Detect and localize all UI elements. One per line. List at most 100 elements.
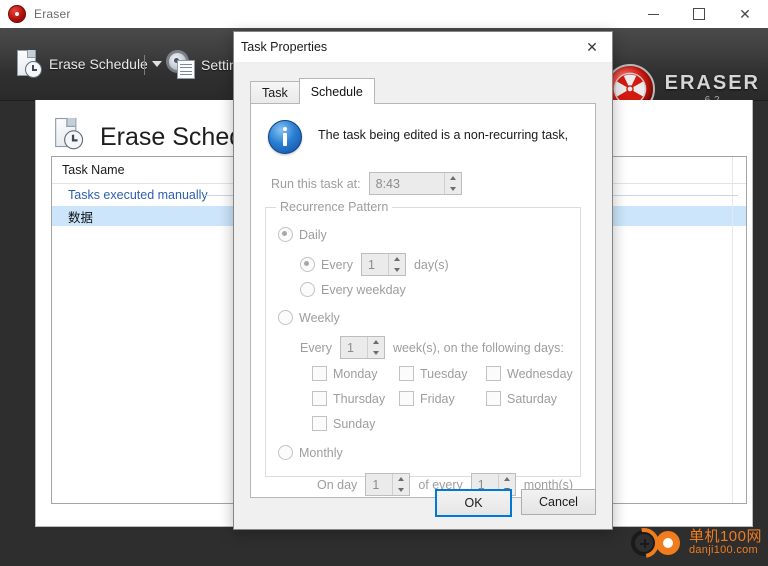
window-title: Eraser — [34, 7, 71, 21]
checkbox-saturday[interactable]: Saturday — [486, 391, 557, 406]
stepper-down-icon[interactable] — [389, 265, 405, 276]
stepper-down-icon[interactable] — [368, 348, 384, 359]
tabstrip: Task Schedule — [250, 78, 596, 104]
column-divider — [732, 157, 733, 503]
tab-schedule[interactable]: Schedule — [298, 78, 375, 104]
stepper-up-icon[interactable] — [445, 173, 461, 184]
radio-weekly[interactable]: Weekly — [278, 310, 340, 325]
document-clock-icon — [54, 117, 88, 156]
checkbox-friday-box — [399, 391, 414, 406]
every-weeks-stepper[interactable]: 1 — [339, 336, 385, 359]
checkbox-friday[interactable]: Friday — [399, 391, 455, 406]
checkbox-thursday[interactable]: Thursday — [312, 391, 385, 406]
task-group-label: Tasks executed manually — [68, 188, 208, 202]
radio-weekly-label: Weekly — [299, 310, 340, 325]
on-day-label: On day — [317, 477, 358, 492]
every-days-value: 1 — [367, 257, 375, 272]
screen: Eraser ✕ Erase Schedule Settings ERASER … — [0, 0, 768, 566]
weekly-every-row: Every 1 week(s), on the following days: — [300, 336, 564, 359]
radio-daily-label: Daily — [299, 227, 327, 242]
close-button[interactable]: ✕ — [722, 0, 768, 28]
on-day-value: 1 — [372, 477, 380, 492]
radio-monthly-label: Monthly — [299, 445, 343, 460]
checkbox-tuesday[interactable]: Tuesday — [399, 366, 467, 381]
checkbox-monday-label: Monday — [333, 366, 378, 381]
toolbar-label-erase-schedule: Erase Schedule — [49, 56, 148, 72]
dialog-title: Task Properties — [241, 40, 328, 54]
stepper-up-icon[interactable] — [368, 337, 384, 348]
checkbox-thursday-box — [312, 391, 327, 406]
every-days-stepper[interactable]: 1 — [360, 253, 406, 276]
checkbox-thursday-label: Thursday — [333, 391, 386, 406]
radio-daily[interactable]: Daily — [278, 227, 327, 242]
column-header-task-name[interactable]: Task Name — [52, 163, 125, 177]
run-at-label: Run this task at: — [271, 176, 361, 191]
info-message-text: The task being edited is a non-recurring… — [318, 128, 569, 142]
tab-task-label: Task — [262, 86, 288, 100]
close-glyph: ✕ — [586, 38, 598, 55]
gear-list-icon — [168, 52, 195, 79]
checkbox-wednesday-label: Wednesday — [507, 366, 573, 381]
tab-schedule-label: Schedule — [310, 84, 363, 99]
weekly-every-suffix: week(s), on the following days: — [392, 340, 564, 355]
checkbox-saturday-box — [486, 391, 501, 406]
checkbox-wednesday[interactable]: Wednesday — [486, 366, 573, 381]
stepper-down-icon[interactable] — [393, 485, 409, 496]
radio-every-n-days[interactable]: Every 1 day(s) — [300, 253, 449, 276]
every-weeks-value: 1 — [346, 340, 354, 355]
radio-daily-indicator — [278, 227, 293, 242]
dialog-buttons: OK Cancel — [435, 489, 596, 517]
chevron-down-icon[interactable] — [152, 61, 162, 67]
checkbox-sunday[interactable]: Sunday — [312, 416, 375, 431]
checkbox-monday[interactable]: Monday — [312, 366, 377, 381]
stepper-up-icon[interactable] — [499, 474, 515, 485]
every-days-unit: day(s) — [413, 257, 449, 272]
cancel-button[interactable]: Cancel — [521, 489, 596, 515]
checkbox-friday-label: Friday — [420, 391, 455, 406]
stepper-down-icon[interactable] — [445, 184, 461, 195]
ok-button[interactable]: OK — [435, 489, 512, 517]
run-at-time-stepper[interactable]: 8:43 — [368, 172, 462, 195]
stepper-arrows[interactable] — [392, 474, 410, 496]
checkbox-tuesday-box — [399, 366, 414, 381]
toolbar-divider — [144, 55, 145, 75]
window-titlebar: Eraser ✕ — [0, 0, 768, 29]
eraser-radiation-icon — [8, 5, 26, 23]
stepper-up-icon[interactable] — [389, 254, 405, 265]
tab-task[interactable]: Task — [250, 81, 300, 104]
checkbox-saturday-label: Saturday — [507, 391, 558, 406]
stepper-arrows[interactable] — [366, 337, 384, 359]
schedule-tab-panel: The task being edited is a non-recurring… — [250, 103, 596, 498]
dialog-titlebar: Task Properties ✕ — [234, 32, 612, 63]
info-circle-icon — [268, 120, 302, 154]
maximize-button[interactable] — [676, 0, 722, 28]
document-clock-icon — [16, 50, 42, 78]
minimize-button[interactable] — [630, 0, 676, 28]
task-name-cell: 数据 — [68, 210, 94, 225]
stepper-up-icon[interactable] — [393, 474, 409, 485]
radio-monthly[interactable]: Monthly — [278, 445, 343, 460]
on-day-stepper[interactable]: 1 — [365, 473, 411, 496]
radio-every-days-indicator — [300, 257, 315, 272]
stepper-arrows[interactable] — [443, 173, 461, 195]
stepper-arrows[interactable] — [387, 254, 405, 276]
run-at-row: Run this task at: 8:43 — [271, 172, 462, 195]
cancel-button-label: Cancel — [539, 495, 578, 509]
recurrence-legend: Recurrence Pattern — [276, 200, 393, 214]
checkbox-monday-box — [312, 366, 327, 381]
dialog-close-icon[interactable]: ✕ — [572, 32, 612, 62]
checkbox-wednesday-box — [486, 366, 501, 381]
radio-every-weekday[interactable]: Every weekday — [300, 282, 406, 297]
toolbar-button-erase-schedule[interactable]: Erase Schedule — [16, 47, 148, 81]
recurrence-pattern-group: Recurrence Pattern Daily Every 1 day(s) … — [265, 200, 581, 496]
checkbox-sunday-label: Sunday — [333, 416, 376, 431]
every-weekday-label: Every weekday — [321, 282, 406, 297]
radio-every-weekday-indicator — [300, 282, 315, 297]
dialog-body: Task Schedule The task being edited is a… — [234, 63, 612, 530]
window-controls: ✕ — [630, 0, 768, 28]
brand-name: ERASER — [664, 71, 760, 94]
run-at-value: 8:43 — [375, 176, 400, 191]
task-properties-dialog: Task Properties ✕ Task Schedule The task — [233, 31, 613, 530]
weekly-every-label: Every — [300, 340, 332, 355]
radio-weekly-indicator — [278, 310, 293, 325]
